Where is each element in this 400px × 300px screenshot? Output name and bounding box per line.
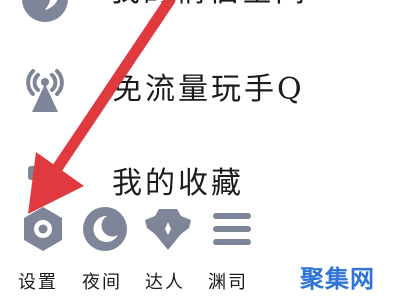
menu-item-label: 免流量玩手Q: [112, 72, 305, 107]
heart-face-icon: [22, 0, 68, 22]
toolbar-label-night-mode[interactable]: 夜间: [82, 272, 122, 294]
toolbar-label-expert[interactable]: 达人: [145, 272, 185, 294]
moon-icon[interactable]: [80, 204, 130, 254]
menu-item-couple-space[interactable]: 我的情侣空间: [0, 0, 400, 32]
menu-item-free-data[interactable]: 免流量玩手Q: [0, 62, 400, 122]
badge-icon[interactable]: [143, 204, 193, 254]
red-arrow-annotation: [28, 0, 176, 214]
signal-tower-icon: [26, 69, 64, 112]
toolbar-label-more[interactable]: 渊司: [208, 272, 248, 294]
menu-item-label: 我的收藏: [112, 166, 244, 201]
toolbar-label-settings[interactable]: 设置: [18, 272, 58, 294]
menu-item-label: 我的情侣空间: [110, 0, 308, 10]
menu-icon[interactable]: [207, 204, 257, 254]
watermark-logo: 聚集网: [300, 265, 375, 293]
screen: 我的情侣空间 免流量玩手Q 我的收藏 设置 夜间: [0, 0, 400, 300]
gear-icon[interactable]: [18, 204, 68, 254]
